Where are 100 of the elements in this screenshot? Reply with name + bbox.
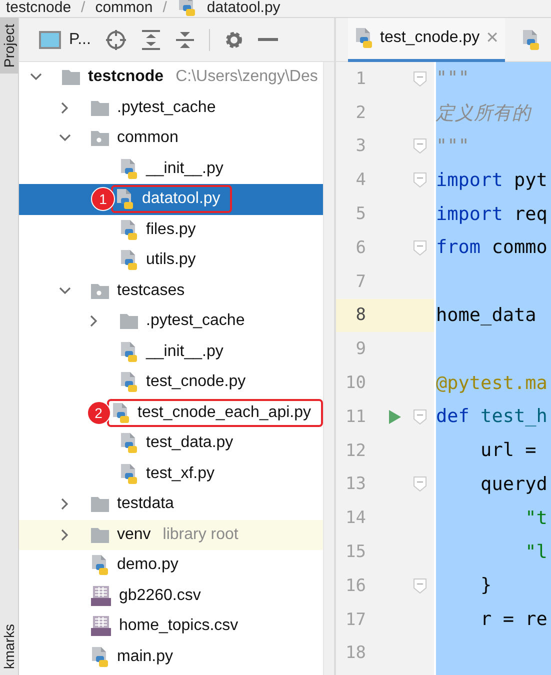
line-number: 7 bbox=[354, 272, 366, 292]
python-file-icon bbox=[90, 646, 110, 668]
project-tool-tab[interactable]: Project bbox=[0, 18, 18, 74]
fold-marker-icon[interactable] bbox=[413, 138, 427, 154]
python-file-icon bbox=[119, 158, 139, 180]
tree-row[interactable]: test_xf.py bbox=[19, 458, 323, 489]
tree-row[interactable]: testcases bbox=[19, 276, 323, 306]
settings-icon[interactable] bbox=[224, 30, 244, 50]
line-number: 4 bbox=[354, 170, 366, 190]
tree-row[interactable]: home_topics.csv bbox=[19, 611, 323, 642]
code-line: """ bbox=[436, 136, 470, 157]
callout-badge: 1 bbox=[91, 187, 115, 212]
file-name: testcases bbox=[117, 282, 185, 300]
python-file-icon bbox=[115, 188, 135, 210]
file-name: test_data.py bbox=[146, 434, 234, 452]
tree-row[interactable]: demo.py bbox=[19, 550, 323, 580]
expand-all-icon[interactable] bbox=[140, 28, 161, 50]
line-number: 6 bbox=[354, 238, 366, 258]
csv-file-icon bbox=[90, 584, 112, 607]
python-file-icon bbox=[354, 27, 374, 49]
fold-marker-icon[interactable] bbox=[413, 408, 427, 425]
python-file-icon bbox=[119, 249, 139, 272]
file-name: demo.py bbox=[117, 556, 178, 574]
scrollbar[interactable] bbox=[323, 62, 334, 675]
tree-row[interactable]: .pytest_cache bbox=[19, 306, 323, 336]
line-number: 8 bbox=[354, 305, 366, 326]
tree-row[interactable]: common bbox=[19, 123, 323, 154]
code-area[interactable]: """ 定义所有的 """ import pyt import req from commo home_data @pytest.ma def test_h url = queryd "t "l } r = re bbox=[434, 62, 551, 675]
line-number: 13 bbox=[344, 474, 366, 494]
tree-row[interactable]: test_data.py bbox=[19, 428, 323, 458]
tree-row[interactable]: test_cnode.py bbox=[19, 367, 323, 398]
python-file-icon bbox=[119, 462, 139, 485]
line-number: 9 bbox=[354, 339, 366, 360]
callout-badge: 2 bbox=[86, 400, 111, 425]
fold-marker-icon[interactable] bbox=[413, 70, 427, 87]
bookmarks-tool-tab[interactable]: kmarks bbox=[1, 618, 17, 675]
python-file-icon bbox=[176, 0, 197, 17]
package-folder-icon bbox=[90, 129, 110, 148]
csv-file-icon bbox=[90, 615, 112, 638]
line-number: 18 bbox=[344, 643, 366, 664]
code-line: "l bbox=[524, 542, 548, 563]
folder-icon bbox=[90, 98, 110, 117]
code-line: url = bbox=[480, 440, 536, 462]
file-name: test_cnode.py bbox=[146, 373, 246, 392]
fold-marker-icon[interactable] bbox=[413, 476, 427, 492]
tree-row[interactable]: utils.py bbox=[19, 245, 323, 276]
tree-row[interactable]: __init__.py bbox=[19, 154, 323, 184]
file-name: testdata bbox=[117, 495, 174, 514]
file-name: common bbox=[117, 129, 178, 148]
locate-target-icon[interactable] bbox=[104, 28, 127, 50]
minimize-icon[interactable] bbox=[258, 38, 278, 42]
breadcrumb-separator: / bbox=[162, 0, 167, 17]
file-name: .pytest_cache bbox=[146, 312, 245, 330]
file-name: gb2260.csv bbox=[119, 586, 201, 605]
code-line: "t bbox=[524, 508, 548, 529]
tree-row[interactable]: testcnode C:\Users\zengy\Des bbox=[19, 62, 323, 92]
folder-icon bbox=[90, 495, 110, 514]
code-line: """ bbox=[436, 68, 470, 90]
fold-marker-icon[interactable] bbox=[413, 172, 427, 188]
tree-row[interactable]: main.py bbox=[19, 642, 323, 672]
tree-row[interactable]: __init__.py bbox=[19, 336, 323, 367]
line-number: 14 bbox=[344, 508, 366, 528]
folder-icon bbox=[90, 526, 110, 544]
folder-icon bbox=[61, 68, 81, 86]
line-number: 17 bbox=[344, 610, 366, 630]
line-number: 3 bbox=[354, 136, 366, 156]
path-hint: C:\Users\zengy\Des bbox=[176, 68, 318, 86]
panel-title[interactable]: P... bbox=[39, 30, 91, 48]
python-file-icon bbox=[521, 28, 542, 50]
tree-row[interactable]: venv library root bbox=[19, 520, 323, 550]
file-name: datatool.py bbox=[142, 190, 220, 208]
line-number: 2 bbox=[354, 102, 366, 123]
tree-row[interactable]: gb2260.csv bbox=[19, 580, 323, 611]
fold-marker-icon[interactable] bbox=[413, 578, 427, 594]
path-hint: library root bbox=[162, 526, 238, 544]
folder-icon bbox=[119, 312, 139, 330]
python-file-icon bbox=[110, 402, 131, 424]
file-name: testcnode bbox=[88, 68, 164, 86]
tree-row[interactable]: 2 test_cnode_each_api.py bbox=[19, 398, 323, 428]
code-line: def test_h bbox=[436, 406, 548, 428]
file-name: utils.py bbox=[146, 251, 196, 270]
tree-row[interactable]: files.py bbox=[19, 214, 323, 245]
file-name: home_topics.csv bbox=[119, 617, 238, 636]
tree-row[interactable]: 1 datatool.py bbox=[19, 184, 323, 214]
editor-tab[interactable]: test_cnode.py ✕ bbox=[348, 18, 506, 62]
breadcrumb-item[interactable]: common bbox=[95, 0, 153, 17]
line-number: 15 bbox=[344, 542, 366, 562]
tree-row[interactable]: .pytest_cache bbox=[19, 92, 323, 123]
code-line: r = re bbox=[480, 609, 548, 630]
python-file-icon bbox=[119, 218, 139, 241]
code-line: @pytest.ma bbox=[436, 372, 548, 394]
line-number: 16 bbox=[344, 576, 366, 596]
run-icon[interactable] bbox=[389, 410, 401, 424]
tree-row[interactable]: testdata bbox=[19, 489, 323, 520]
python-file-icon bbox=[119, 340, 139, 363]
file-name: __init__.py bbox=[146, 342, 224, 361]
line-number: 1 bbox=[354, 68, 366, 89]
fold-marker-icon[interactable] bbox=[413, 240, 427, 256]
breadcrumb-item[interactable]: datatool.py bbox=[206, 0, 280, 17]
breadcrumb-item[interactable]: testcnode bbox=[6, 0, 72, 17]
